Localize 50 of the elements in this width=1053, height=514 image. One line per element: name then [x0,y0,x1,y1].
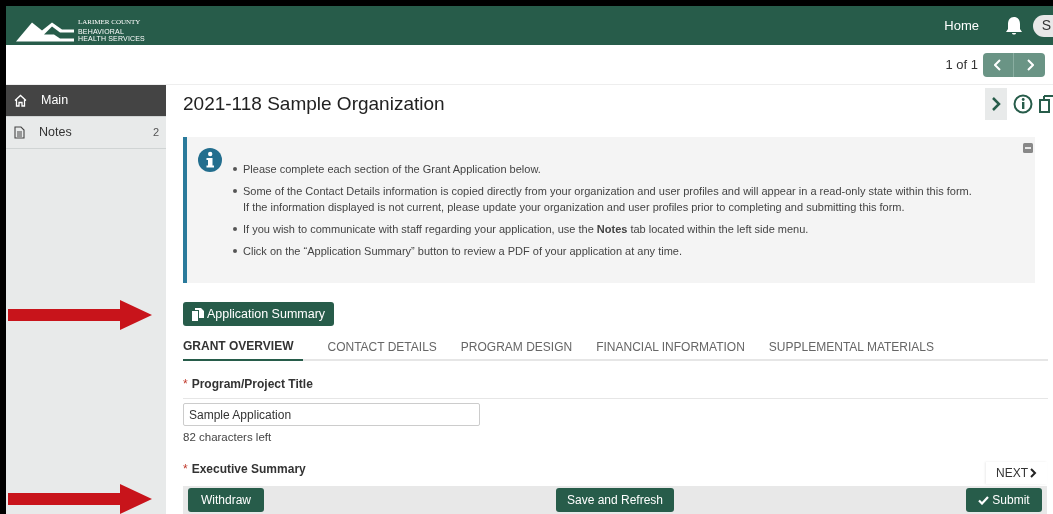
save-and-refresh-button[interactable]: Save and Refresh [556,488,674,512]
required-marker: * [183,376,188,393]
info-icon[interactable] [1013,94,1033,114]
mountain-logo-icon [16,21,74,42]
document-icon [14,126,25,139]
bullet-icon [233,249,237,253]
home-link[interactable]: Home [944,15,979,36]
field-label: Program/Project Title [191,376,313,393]
tab[interactable]: SUPPLEMENTAL MATERIALS [768,333,934,361]
info-text: Some of the Contact Details information is copied directly from your organization and user profiles and will appear in a read-only state within this form. If the information displayed is not current, please update your organization and user profiles prior to completing and submitting this form. [243,184,972,215]
characters-left-text: 82 characters left [183,430,273,445]
chevron-left-icon [994,58,1002,71]
user-avatar[interactable]: S [1033,14,1053,37]
submit-button[interactable]: Submit [966,488,1042,512]
application-summary-button[interactable]: Application Summary [183,302,335,326]
bullet-icon [233,167,237,171]
chevron-button[interactable] [985,88,1007,120]
title-input-field[interactable]: Sample Application [183,403,480,426]
info-text: If you wish to communicate with staff regarding your application, use the Notes tab located within the left side menu. [243,222,809,237]
bell-icon[interactable] [1005,15,1023,36]
bullet-icon [233,227,237,231]
sidebar-item-label: Main [41,92,70,110]
copy-icon[interactable] [1039,94,1053,114]
withdraw-button[interactable]: Withdraw [188,488,264,512]
required-marker: * [183,461,188,479]
page-title: 2021-118 Sample Organization [183,91,446,116]
tab[interactable]: CONTACT DETAILS [327,333,437,361]
sidebar-item[interactable]: Main [6,85,166,117]
sidebar-item[interactable]: Notes 2 [6,117,166,149]
arrow-icon [8,484,152,514]
chevron-right-icon [1025,58,1034,71]
document-icon [192,307,204,321]
tab[interactable]: GRANT OVERVIEW [183,333,304,361]
arrow-icon [8,300,152,330]
info-text: Click on the “Application Summary” button to review a PDF of your application at any time. [243,244,682,259]
page-counter: 1 of 1 [945,55,978,74]
field-label: Executive Summary [191,461,306,479]
info-icon [197,147,223,173]
info-text: Please complete each section of the Grant Application below. [243,162,541,177]
sidebar-item-label: Notes [39,124,73,142]
chevron-right-icon [991,97,1001,111]
tab[interactable]: PROGRAM DESIGN [460,333,573,361]
home-icon [14,94,27,107]
collapse-icon[interactable] [1023,143,1033,153]
notes-count: 2 [152,125,159,141]
tab[interactable]: FINANCIAL INFORMATION [596,333,745,361]
chevron-right-icon [1030,468,1037,478]
check-icon [978,495,990,505]
bullet-icon [233,189,237,193]
next-button[interactable]: NEXT [986,462,1047,484]
